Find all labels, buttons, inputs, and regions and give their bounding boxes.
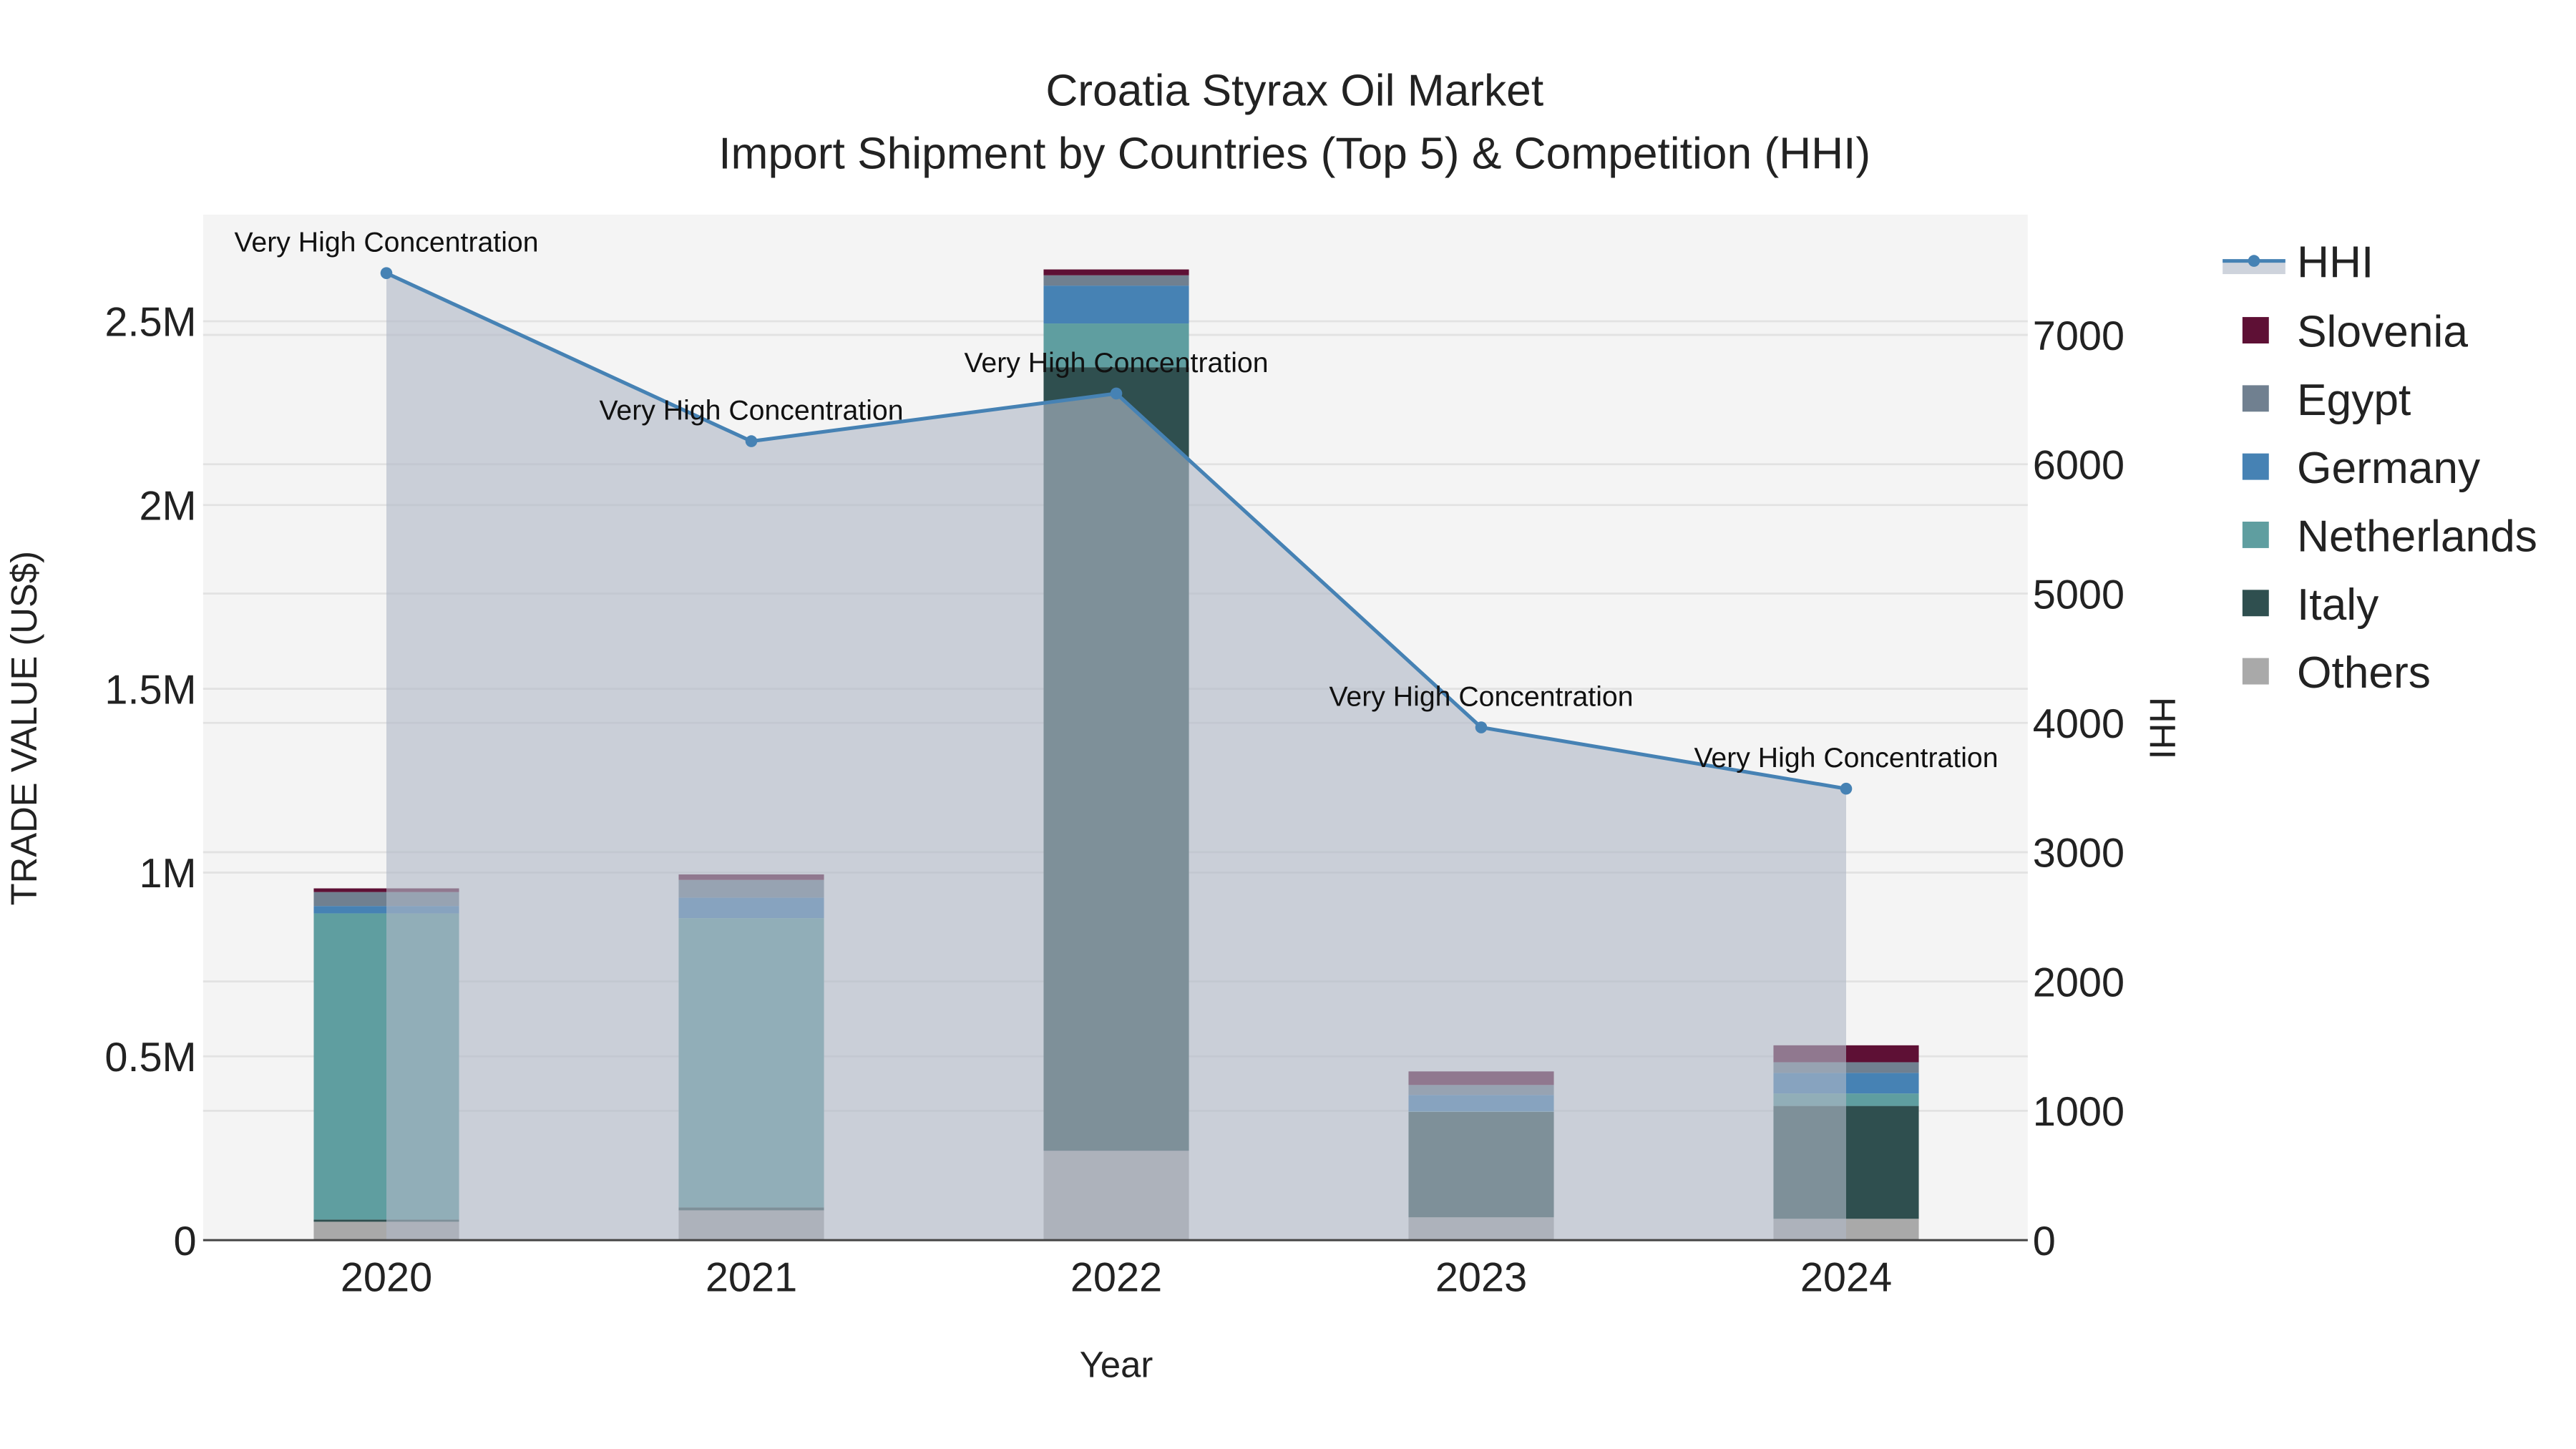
- y2-tick-label: 5000: [2033, 572, 2124, 618]
- y-axis-label: TRADE VALUE (US$): [4, 551, 44, 905]
- legend-label-others: Others: [2297, 648, 2431, 698]
- hhi-point: [1840, 782, 1853, 795]
- y2-tick-label: 3000: [2033, 831, 2124, 877]
- legend-label-germany: Germany: [2297, 444, 2481, 493]
- y-tick-label: 1M: [139, 851, 196, 897]
- legend-label-italy: Italy: [2297, 580, 2379, 630]
- y2-axis-label: HHI: [2142, 697, 2183, 759]
- legend-hhi-marker: [2248, 255, 2260, 267]
- legend-label-hhi: HHI: [2297, 238, 2373, 288]
- y2-tick-label: 2000: [2033, 960, 2124, 1005]
- bar-egypt: [1043, 275, 1189, 286]
- hhi-annotation: Very High Concentration: [1694, 742, 1998, 774]
- legend-swatch-others: [2242, 658, 2269, 685]
- x-axis-label: Year: [1080, 1345, 1153, 1385]
- x-tick-label: 2022: [1070, 1255, 1162, 1301]
- hhi-point: [1110, 387, 1123, 400]
- x-tick-label: 2020: [341, 1255, 432, 1301]
- legend-label-slovenia: Slovenia: [2297, 308, 2468, 357]
- y-tick-label: 0.5M: [104, 1035, 196, 1080]
- hhi-trade-chart: Very High Concentration Very High Concent…: [0, 0, 2576, 1449]
- hhi-annotation: Very High Concentration: [1329, 681, 1633, 713]
- y-tick-label: 1.5M: [104, 667, 196, 713]
- legend-swatch-egypt: [2242, 385, 2269, 412]
- chart-subtitle: Import Shipment by Countries (Top 5) & C…: [718, 129, 1870, 178]
- legend-label-egypt: Egypt: [2297, 376, 2411, 425]
- x-tick-label: 2023: [1435, 1255, 1527, 1301]
- legend-swatch-italy: [2242, 590, 2269, 617]
- legend-swatch-slovenia: [2242, 317, 2269, 343]
- legend-swatch-netherlands: [2242, 522, 2269, 548]
- hhi-annotation: Very High Concentration: [599, 395, 903, 426]
- y2-tick-label: 7000: [2033, 313, 2124, 359]
- y-tick-label: 2.5M: [104, 300, 196, 346]
- y-tick-label: 0: [174, 1219, 197, 1264]
- x-tick-label: 2024: [1800, 1255, 1892, 1301]
- hhi-annotation: Very High Concentration: [964, 347, 1268, 379]
- y2-tick-label: 6000: [2033, 443, 2124, 489]
- y-tick-label: 2M: [139, 484, 196, 530]
- legend-swatch-germany: [2242, 453, 2269, 480]
- hhi-annotation: Very High Concentration: [234, 227, 538, 258]
- hhi-point: [1475, 721, 1488, 733]
- y2-tick-label: 4000: [2033, 701, 2124, 747]
- legend-label-netherlands: Netherlands: [2297, 512, 2537, 562]
- x-tick-label: 2021: [706, 1255, 797, 1301]
- hhi-point: [380, 267, 393, 279]
- y2-tick-label: 0: [2033, 1219, 2056, 1264]
- hhi-point: [745, 435, 758, 447]
- bar-germany: [1043, 286, 1189, 324]
- bar-slovenia: [1043, 269, 1189, 275]
- chart-title: Croatia Styrax Oil Market: [1045, 67, 1543, 116]
- y2-tick-label: 1000: [2033, 1089, 2124, 1135]
